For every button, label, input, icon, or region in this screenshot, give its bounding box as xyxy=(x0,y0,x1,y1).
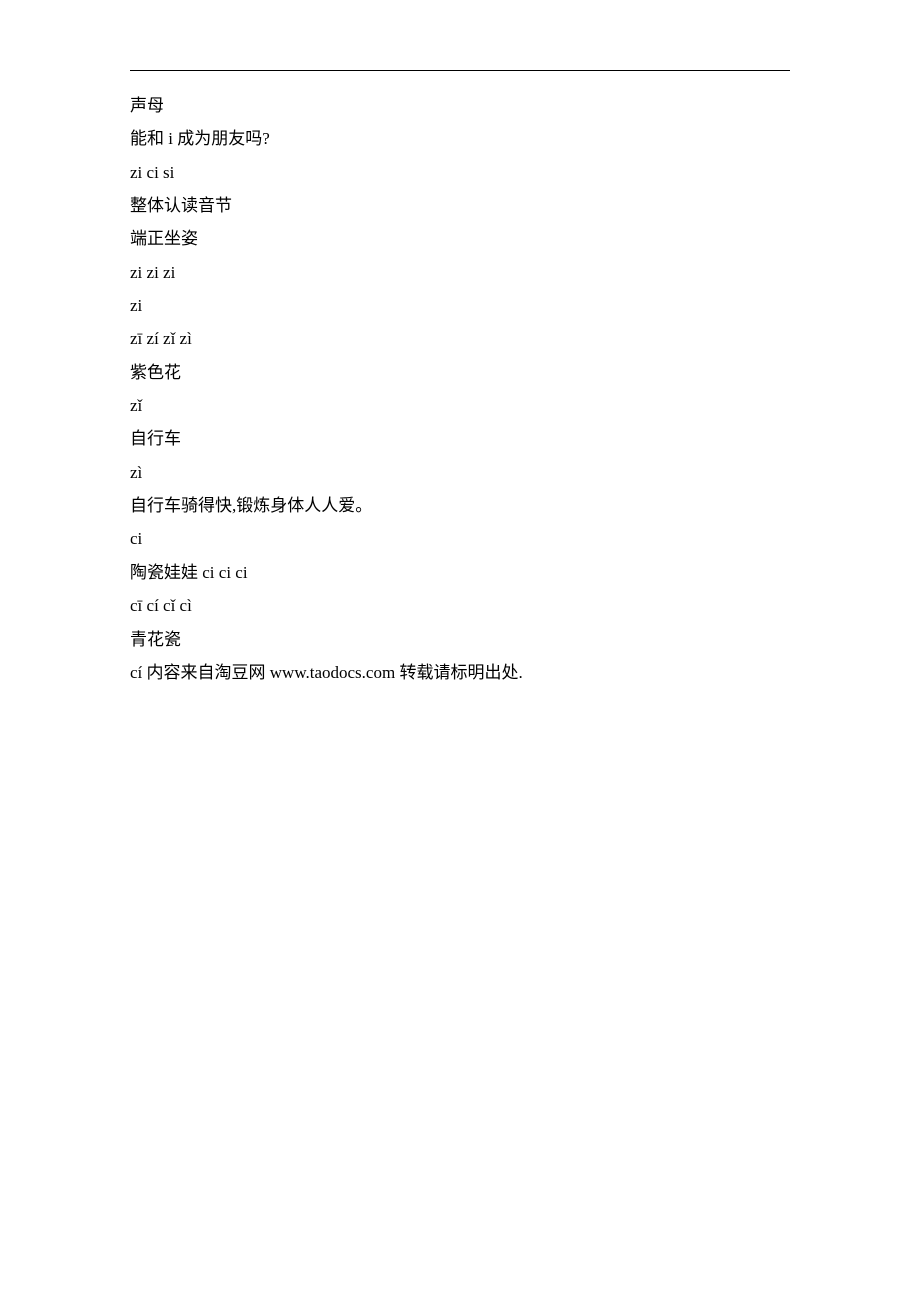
text-line: 能和 i 成为朋友吗? xyxy=(130,126,790,152)
document-page: 声母 能和 i 成为朋友吗? zi ci si 整体认读音节 端正坐姿 zi z… xyxy=(0,0,920,1302)
text-line: 青花瓷 xyxy=(130,627,790,653)
text-line: 自行车 xyxy=(130,426,790,452)
text-line: 声母 xyxy=(130,93,790,119)
text-line: cí 内容来自淘豆网 www.taodocs.com 转载请标明出处. xyxy=(130,660,790,686)
text-line: 端正坐姿 xyxy=(130,226,790,252)
text-line: 陶瓷娃娃 ci ci ci xyxy=(130,560,790,586)
text-line: zī zí zǐ zì xyxy=(130,326,790,352)
text-line: zi xyxy=(130,293,790,319)
top-rule xyxy=(130,70,790,71)
text-line: zi ci si xyxy=(130,160,790,186)
text-line: zǐ xyxy=(130,393,790,419)
text-line: zì xyxy=(130,460,790,486)
text-line: ci xyxy=(130,526,790,552)
text-line: 整体认读音节 xyxy=(130,193,790,219)
text-line: cī cí cǐ cì xyxy=(130,593,790,619)
text-line: zi zi zi xyxy=(130,260,790,286)
document-body: 声母 能和 i 成为朋友吗? zi ci si 整体认读音节 端正坐姿 zi z… xyxy=(130,93,790,686)
text-line: 紫色花 xyxy=(130,360,790,386)
text-line: 自行车骑得快,锻炼身体人人爱。 xyxy=(130,493,790,519)
